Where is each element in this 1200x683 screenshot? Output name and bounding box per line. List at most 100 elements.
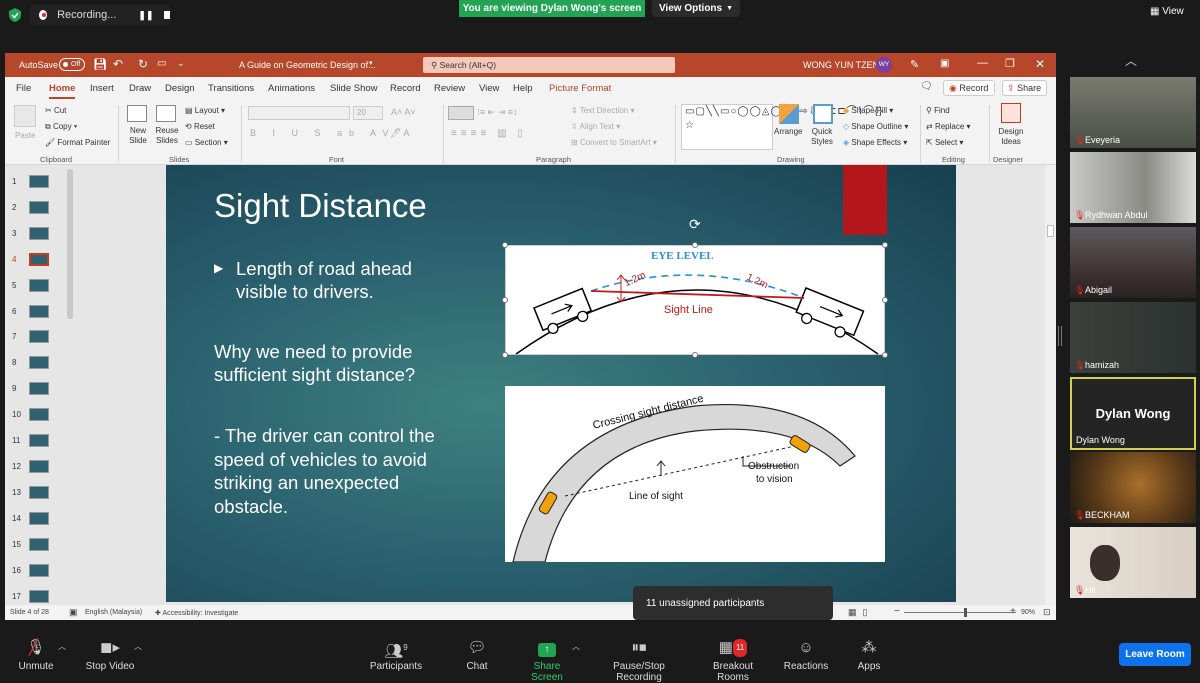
ribbon-display-icon[interactable]: ▣ — [940, 58, 949, 69]
menu-home[interactable]: Home — [49, 83, 76, 99]
pen-icon[interactable]: ✎ — [910, 58, 919, 71]
resize-handle[interactable] — [502, 352, 508, 358]
leave-room-button[interactable]: Leave Room — [1119, 643, 1191, 666]
restore-icon[interactable]: ❐ — [1005, 57, 1015, 70]
unmute-button[interactable]: 🎙︎ ╱ Unmute — [15, 639, 57, 672]
menu-review[interactable]: Review — [434, 83, 465, 94]
resize-handle[interactable] — [882, 297, 888, 303]
menu-picture-format[interactable]: Picture Format — [549, 83, 611, 94]
thumbnail-item[interactable]: 13 — [5, 484, 73, 504]
vertical-scrollbar[interactable] — [1045, 165, 1056, 605]
design-ideas-icon[interactable] — [1001, 103, 1021, 123]
zoom-slider[interactable] — [904, 608, 1016, 617]
collapse-gallery-icon[interactable]: ︿ — [1125, 52, 1137, 69]
resize-handle[interactable] — [502, 242, 508, 248]
menu-transitions[interactable]: Transitions — [208, 83, 254, 94]
font-format-buttons[interactable]: B I U S ab AV — [250, 128, 395, 138]
menu-file[interactable]: File — [16, 83, 31, 94]
chat-button[interactable]: 💬︎ Chat — [462, 639, 492, 672]
shield-icon[interactable] — [9, 8, 21, 22]
slide-title[interactable]: Sight Distance — [214, 187, 427, 225]
text-direction-button[interactable]: ⇕ Text Direction ▾ — [571, 106, 635, 115]
pause-stop-recording-button[interactable]: ⏸︎⏹︎ Pause/Stop Recording — [590, 639, 688, 683]
arrange-label[interactable]: Arrange — [774, 127, 802, 136]
bullet-item[interactable]: ▶ Length of road ahead visible to driver… — [214, 257, 459, 303]
new-slide-label[interactable]: New Slide — [129, 126, 147, 146]
font-color-buttons[interactable]: 🖊︎ A — [390, 128, 409, 139]
new-slide-icon[interactable] — [127, 105, 147, 122]
video-options-chevron-icon[interactable]: ︿ — [134, 641, 142, 652]
thumbnail-item[interactable]: 10 — [5, 406, 73, 426]
menu-design[interactable]: Design — [165, 83, 195, 94]
replace-button[interactable]: ⇄ Replace ▾ — [926, 122, 971, 131]
shape-outline-button[interactable]: ◇ Shape Outline ▾ — [843, 122, 908, 131]
bullets-icon[interactable] — [448, 106, 474, 120]
shape-effects-button[interactable]: ◈ Shape Effects ▾ — [843, 138, 907, 147]
participant-tile[interactable]: 🎙︎ hamizah — [1070, 302, 1196, 373]
participant-tile[interactable]: 🎙︎ Rydhwan Abdul — [1070, 152, 1196, 223]
thumbnail-item[interactable]: 7 — [5, 328, 73, 348]
convert-smartart-button[interactable]: ⊞ Convert to SmartArt ▾ — [571, 138, 657, 147]
thumbnail-item[interactable]: 3 — [5, 225, 73, 245]
paste-icon[interactable] — [14, 105, 36, 127]
thumbnail-item[interactable]: 6 — [5, 303, 73, 323]
title-chevron-icon[interactable]: ▾ — [369, 59, 373, 67]
slide[interactable]: Sight Distance ▶ Length of road ahead vi… — [166, 165, 956, 602]
menu-help[interactable]: Help — [513, 83, 533, 94]
breakout-rooms-button[interactable]: ▦ 11 Breakout Rooms — [697, 639, 769, 683]
reuse-slides-icon[interactable] — [156, 105, 176, 122]
spellcheck-icon[interactable]: ▣ — [69, 607, 78, 618]
record-button[interactable]: ◉ Record — [943, 80, 995, 96]
layout-button[interactable]: ▤ Layout ▾ — [185, 106, 225, 115]
menu-insert[interactable]: Insert — [90, 83, 114, 94]
find-button[interactable]: ⚲ Find — [926, 106, 950, 115]
thumbnail-scrollbar[interactable] — [67, 169, 73, 319]
font-size-buttons[interactable]: A˄ A˅ — [391, 107, 416, 117]
thumbnail-item-selected[interactable]: 4 — [5, 251, 73, 271]
thumbnail-item[interactable]: 11 — [5, 432, 73, 452]
undo-icon[interactable]: ↶ — [113, 57, 123, 71]
paste-label[interactable]: Paste — [15, 131, 35, 140]
thumbnail-item[interactable]: 1 — [5, 173, 73, 193]
autosave-toggle[interactable]: Off — [59, 58, 85, 71]
zoom-level[interactable]: 90% — [1021, 609, 1035, 616]
thumbnail-item[interactable]: 14 — [5, 510, 73, 530]
reset-button[interactable]: ⟲ Reset — [185, 122, 215, 131]
resize-handle[interactable] — [502, 297, 508, 303]
minimize-icon[interactable]: — — [977, 57, 988, 69]
accessibility-status[interactable]: ✚ Accessibility: Investigate — [155, 609, 238, 617]
participant-tile-active[interactable]: Dylan Wong Dylan Wong — [1070, 377, 1196, 450]
question-text[interactable]: Why we need to provide sufficient sight … — [214, 340, 474, 386]
align-text-button[interactable]: ⇳ Align Text ▾ — [571, 122, 620, 131]
shapes-gallery[interactable]: ▭▢╲╲▭○◯◯◬◯⬠⌐⇨⇩☆⊏⊏⌒⌇⌒{}☆ — [681, 104, 882, 150]
sight-distance-figure[interactable]: EYE LEVEL 1.2m 1.2m Sight Line — [505, 245, 885, 355]
thumbnail-item[interactable]: 2 — [5, 199, 73, 219]
paragraph-buttons[interactable]: ⁝≡ ⇤ ⇥ ≡↕ — [477, 107, 517, 118]
resize-handle[interactable] — [692, 242, 698, 248]
fit-slide-icon[interactable]: ⊡ — [1043, 607, 1051, 618]
view-button[interactable]: ▦ View — [1150, 6, 1184, 17]
font-size-select[interactable]: 20 — [353, 106, 383, 120]
rotate-handle-icon[interactable]: ⟳ — [689, 216, 701, 233]
copy-button[interactable]: ⧉ Copy ▾ — [45, 122, 77, 132]
panel-resize-handle[interactable] — [1058, 326, 1062, 346]
reactions-button[interactable]: ☺︎ Reactions — [783, 639, 829, 672]
participants-button[interactable]: 👥︎9 Participants — [368, 639, 424, 672]
menu-animations[interactable]: Animations — [268, 83, 315, 94]
search-box[interactable]: ⚲ Search (Alt+Q) — [423, 57, 675, 73]
thumbnail-item[interactable]: 5 — [5, 277, 73, 297]
menu-draw[interactable]: Draw — [129, 83, 151, 94]
language-status[interactable]: English (Malaysia) — [85, 609, 142, 616]
save-icon[interactable]: 💾︎ — [93, 58, 107, 71]
view-buttons[interactable]: ▦▯ — [848, 607, 873, 618]
answer-text[interactable]: - The driver can control the speed of ve… — [214, 424, 476, 518]
alignment-buttons[interactable]: ≡≡≡≡ ▥ ▯ — [451, 128, 527, 139]
shape-fill-button[interactable]: ◆ Shape Fill ▾ — [843, 106, 893, 115]
apps-button[interactable]: ⁂ Apps — [856, 639, 882, 672]
audio-options-chevron-icon[interactable]: ︿ — [58, 641, 66, 652]
close-icon[interactable]: ✕ — [1035, 57, 1045, 71]
present-icon[interactable]: ▭ — [157, 58, 166, 69]
stop-video-button[interactable]: ◼︎▸ Stop Video — [82, 639, 138, 672]
resize-handle[interactable] — [882, 352, 888, 358]
participant-tile[interactable]: 🎙︎ Abigail — [1070, 227, 1196, 298]
